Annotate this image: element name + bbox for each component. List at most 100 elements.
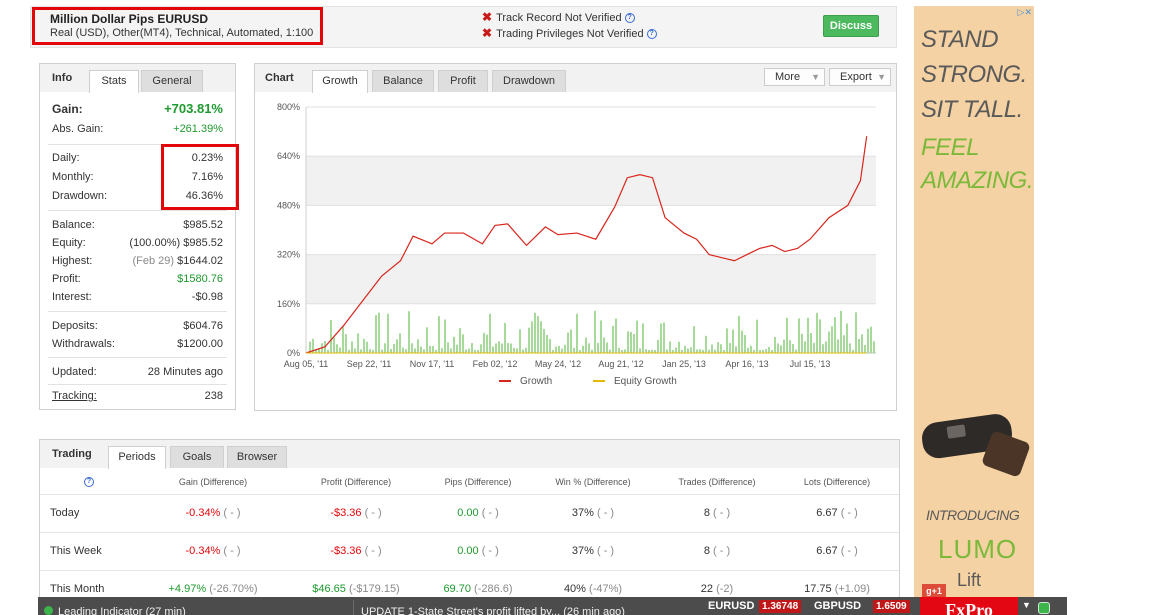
activity-bar [339,347,341,353]
win-diff: ( - ) [596,507,615,519]
tab-general[interactable]: General [141,70,203,92]
discuss-button[interactable]: Discuss [823,15,879,37]
win-diff: ( - ) [596,545,615,557]
activity-bar [462,334,464,353]
activity-bar [594,310,596,353]
activity-bar [336,344,338,353]
activity-bar [636,320,638,353]
more-dropdown[interactable]: More ▼ [764,68,825,86]
activity-bar [366,341,368,353]
pips-diff: ( - ) [481,545,499,557]
activity-bar [333,337,335,353]
activity-bar [624,349,626,353]
ad-choices-icon[interactable]: ▷✕ [1004,7,1032,20]
win-value: 37% [571,507,594,519]
activity-bar [573,347,575,353]
tab-drawdown[interactable]: Drawdown [492,70,566,92]
tab-growth[interactable]: Growth [312,70,368,93]
period-label: This Month [50,583,105,595]
activity-bar [696,349,698,353]
activity-bar [582,345,584,353]
activity-bar [744,335,746,353]
activity-bar [543,328,545,353]
pips-cell: 69.70 (-286.6) [418,583,538,595]
help-icon[interactable]: ? [624,13,635,24]
x-tick-label: Jan 25, '13 [662,359,706,369]
activity-bar [828,331,830,353]
activity-bar [387,313,389,353]
activity-bar [741,330,743,353]
ad-banner[interactable]: ▷✕ STAND STRONG. SIT TALL. FEEL AMAZING.… [914,6,1034,615]
trades-diff: ( - ) [713,507,731,519]
x-tick-label: Aug 05, '11 [284,359,329,369]
activity-bar [801,333,803,353]
activity-bar [330,319,332,353]
activity-bar [489,313,491,353]
trades-value: 22 [700,583,714,595]
activity-bar [711,344,713,353]
activity-bar [516,348,518,353]
stat-updated: Updated: 28 Minutes ago [52,364,223,380]
tab-profit[interactable]: Profit [438,70,488,92]
news-item-1[interactable]: Leading Indicator (27 min) [58,606,186,615]
col-trades: Trades (Difference) [678,477,756,487]
pips-diff: (-286.6) [474,583,513,595]
activity-bar [810,332,812,353]
chevron-down-icon[interactable]: ▼ [1022,600,1031,610]
activity-bar [813,342,815,353]
activity-bar [666,349,668,353]
help-icon[interactable]: ? [84,477,94,487]
activity-bar [660,323,662,353]
activity-bar [678,341,680,353]
gain-cell: -0.34% ( - ) [153,507,273,519]
gain-diff: ( - ) [223,545,241,557]
tab-goals[interactable]: Goals [170,446,224,468]
track-record-status: ✖ Track Record Not Verified? [482,10,635,24]
export-dropdown[interactable]: Export ▼ [829,68,891,86]
col-pips: Pips (Difference) [444,477,512,487]
deposits-value: $604.76 [183,320,223,332]
tracking-link[interactable]: Tracking: [52,388,97,404]
profit-value: -$3.36 [330,545,362,557]
activity-bar [663,322,665,353]
lots-diff: ( - ) [840,507,858,519]
activity-bar [834,317,836,353]
tracking-value: 238 [204,390,223,402]
activity-bar [480,344,482,353]
activity-bar [438,316,440,353]
green-square-icon[interactable] [1038,602,1050,614]
growth-chart[interactable]: 0% 160% 320% 480% 640% 800% Aug 05, '11 Sep 22,… [255,92,896,410]
tab-stats[interactable]: Stats [89,70,139,93]
highlight-box-stats [161,144,239,210]
gplus-button[interactable]: g+1 [922,584,946,598]
highest-value: $1644.02 [177,255,223,267]
activity-bar [819,319,821,353]
fxpro-logo[interactable]: FxPro [920,597,1018,615]
tab-browser[interactable]: Browser [227,446,287,468]
help-icon[interactable]: ? [646,29,657,40]
ad-line-3: SIT TALL. [921,96,1023,123]
interest-label: Interest: [52,291,92,303]
tab-periods[interactable]: Periods [108,446,166,469]
activity-bar [855,312,857,353]
activity-bar [792,344,794,353]
activity-bar [738,315,740,353]
lumo-device-image [922,414,1030,477]
activity-bar [471,343,473,353]
legend-equity-label: Equity Growth [614,376,677,387]
activity-bar [597,342,599,353]
system-name[interactable]: Million Dollar Pips EURUSD [50,12,208,26]
pair-2-label: GBPUSD [814,600,862,612]
activity-bar [777,343,779,353]
activity-bar [441,348,443,353]
profit-label: Profit: [52,273,81,285]
activity-bar [546,335,548,353]
highest-value-group: (Feb 29) $1644.02 [132,253,223,269]
lots-value: 6.67 [816,507,838,519]
activity-bar [603,337,605,353]
activity-bar [363,338,365,353]
tab-balance[interactable]: Balance [372,70,434,92]
activity-bar [795,349,797,353]
pair-1-label: EURUSD [708,600,755,612]
news-item-2[interactable]: UPDATE 1-State Street's profit lifted by… [361,606,625,615]
